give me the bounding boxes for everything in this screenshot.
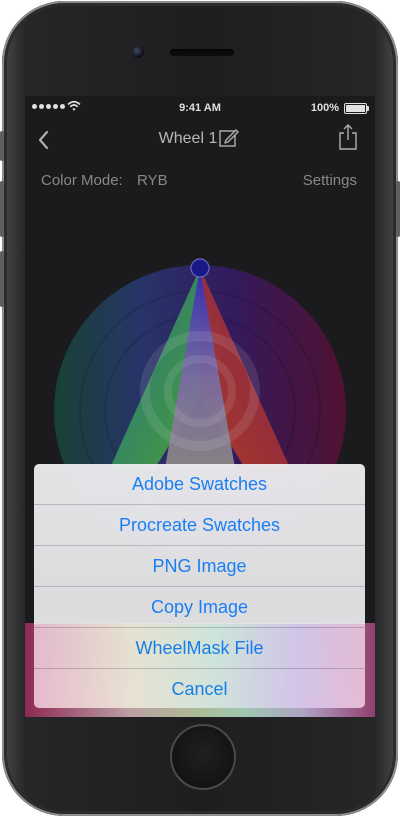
procreate-swatches-option[interactable]: Procreate Swatches (34, 505, 365, 546)
home-button[interactable] (170, 724, 236, 790)
wheelmask-file-option[interactable]: WheelMask File (34, 628, 365, 669)
mute-switch (0, 131, 4, 161)
export-action-sheet: Adobe Swatches Procreate Swatches PNG Im… (34, 464, 365, 708)
volume-up-button (0, 181, 4, 237)
copy-image-option[interactable]: Copy Image (34, 587, 365, 628)
power-button (396, 181, 400, 237)
cancel-button[interactable]: Cancel (34, 669, 365, 708)
png-image-option[interactable]: PNG Image (34, 546, 365, 587)
app-screen: 9:41 AM 100% Wheel 1 Color Mode: RYB Set… (25, 96, 375, 717)
volume-down-button (0, 251, 4, 307)
front-camera (132, 46, 144, 58)
adobe-swatches-option[interactable]: Adobe Swatches (34, 464, 365, 505)
earpiece-speaker (170, 49, 234, 56)
